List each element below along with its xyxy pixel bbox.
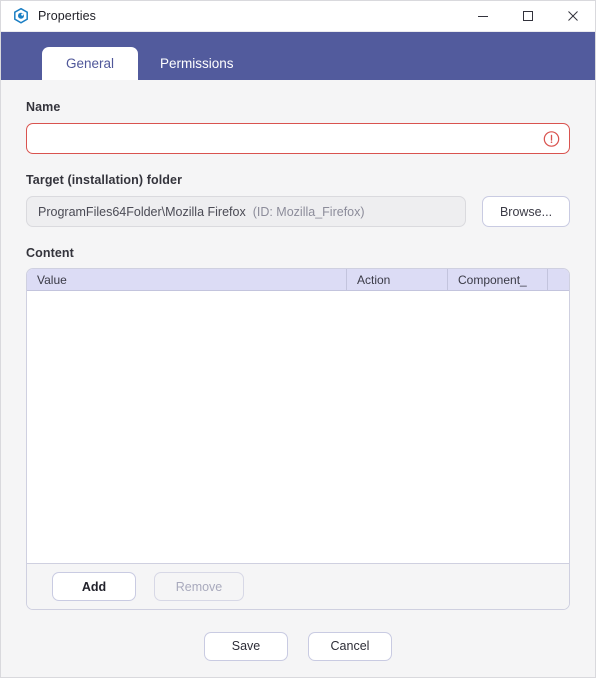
name-field-wrapper[interactable] (26, 123, 570, 154)
name-input[interactable] (27, 124, 569, 153)
tab-permissions-label: Permissions (160, 56, 234, 71)
save-button-label: Save (231, 639, 261, 653)
browse-button-label: Browse... (499, 204, 553, 219)
content-table-header: Value Action Component_ (27, 269, 569, 291)
content-table-footer: Add Remove (27, 563, 569, 609)
browse-button[interactable]: Browse... (482, 196, 570, 227)
target-folder-row: ProgramFiles64Folder\Mozilla Firefox (ID… (26, 196, 570, 227)
close-button[interactable] (550, 1, 595, 31)
minimize-button[interactable] (460, 1, 505, 31)
cancel-button-label: Cancel (330, 639, 370, 653)
minimize-icon (477, 16, 488, 17)
tab-bar: General Permissions (1, 32, 595, 80)
add-button-label: Add (81, 579, 107, 594)
cancel-button[interactable]: Cancel (308, 631, 392, 661)
properties-dialog-window: Properties General Permissions Name Targ… (0, 0, 596, 678)
content-table: Value Action Component_ Add Remove (26, 268, 570, 610)
column-header-component[interactable]: Component_ (448, 269, 548, 290)
tab-permissions[interactable]: Permissions (138, 47, 256, 80)
close-icon (567, 11, 578, 21)
target-folder-label: Target (installation) folder (26, 173, 183, 187)
maximize-icon (522, 11, 533, 21)
add-button[interactable]: Add (52, 572, 136, 601)
save-button[interactable]: Save (204, 631, 288, 661)
window-title: Properties (38, 9, 96, 23)
column-header-action[interactable]: Action (347, 269, 448, 290)
name-label: Name (26, 100, 61, 114)
target-folder-id: (ID: Mozilla_Firefox) (252, 204, 365, 219)
remove-button: Remove (154, 572, 244, 601)
app-logo-icon (14, 8, 28, 24)
dialog-footer: Save Cancel (1, 615, 595, 677)
column-header-value[interactable]: Value (27, 269, 347, 290)
dialog-body: Name Target (installation) folder Progra… (1, 80, 595, 615)
maximize-button[interactable] (505, 1, 550, 31)
content-table-body[interactable] (27, 291, 569, 563)
tab-general[interactable]: General (42, 47, 139, 80)
title-bar: Properties (1, 1, 595, 32)
target-folder-input: ProgramFiles64Folder\Mozilla Firefox (ID… (26, 196, 466, 227)
error-exclamation-icon (543, 130, 560, 147)
target-folder-value: ProgramFiles64Folder\Mozilla Firefox (38, 204, 246, 219)
tab-general-label: General (66, 56, 115, 71)
column-header-extra[interactable] (548, 269, 569, 290)
remove-button-label: Remove (175, 579, 223, 594)
content-section-label: Content (26, 246, 74, 260)
